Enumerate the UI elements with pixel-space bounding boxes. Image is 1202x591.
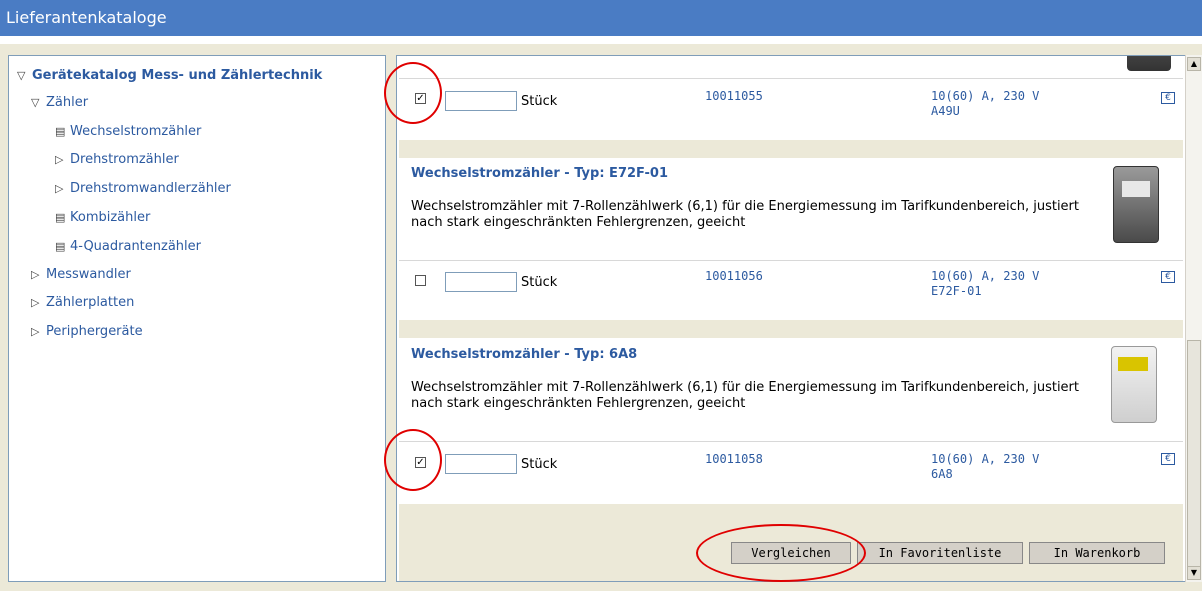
- divider: [399, 441, 1183, 442]
- window-title: Lieferantenkataloge: [6, 8, 167, 27]
- meter-display: [1122, 181, 1150, 197]
- scroll-thumb[interactable]: [1187, 340, 1201, 580]
- tree-item-drehstromzaehler[interactable]: ▷ Drehstromzähler: [55, 151, 179, 169]
- tree-node-peripheriegeraete[interactable]: ▷ Peripher­geräte: [31, 323, 143, 341]
- vertical-scrollbar[interactable]: ▲ ▼: [1185, 55, 1202, 582]
- title-bar: Lieferantenkataloge: [0, 0, 1202, 36]
- spec-rating[interactable]: 10(60) A, 230 V: [931, 89, 1039, 104]
- product-description: Wechselstromzähler mit 7-Rollenzählwerk …: [411, 199, 1080, 230]
- highlight-circle: [384, 429, 442, 491]
- collapsed-triangle-icon: ▷: [31, 325, 40, 338]
- spec-type[interactable]: A49U: [931, 104, 960, 119]
- highlight-circle: [384, 62, 442, 124]
- tree-item-kombizaehler[interactable]: ▤ Kombizähler: [55, 209, 150, 227]
- unit-label: Stück: [521, 275, 558, 290]
- divider: [399, 78, 1183, 79]
- quantity-input[interactable]: [445, 272, 517, 292]
- divider: [399, 260, 1183, 261]
- product-image: [1113, 166, 1159, 243]
- header-strip: [0, 36, 1202, 44]
- spec-rating[interactable]: 10(60) A, 230 V: [931, 452, 1039, 467]
- highlight-circle: [696, 524, 866, 582]
- add-to-cart-button[interactable]: In Warenkorb: [1029, 542, 1165, 564]
- expanded-triangle-icon: ▽: [31, 96, 40, 109]
- add-to-favorites-button[interactable]: In Favoritenliste: [857, 542, 1023, 564]
- tree-node-label: Peripher­geräte: [46, 324, 143, 339]
- collapsed-triangle-icon: ▷: [55, 153, 64, 166]
- catalog-tree: ▽ Gerätekatalog Mess- und Zählertechnik ▽…: [8, 55, 386, 582]
- tree-node-label: Zähler: [46, 95, 89, 110]
- meter-label: [1118, 357, 1148, 371]
- tree-root-label: Gerätekatalog Mess- und Zählertechnik: [32, 68, 323, 83]
- scroll-down-icon[interactable]: ▼: [1187, 566, 1201, 580]
- quantity-input[interactable]: [445, 454, 517, 474]
- product-title[interactable]: Wechselstromzähler - Typ: E72F-01: [411, 166, 668, 181]
- collapsed-triangle-icon: ▷: [31, 296, 40, 309]
- tree-root[interactable]: ▽ Gerätekatalog Mess- und Zählertechnik: [17, 67, 322, 85]
- expanded-triangle-icon: ▽: [17, 69, 26, 82]
- scroll-up-icon[interactable]: ▲: [1187, 57, 1201, 71]
- spec-type[interactable]: E72F-01: [931, 284, 982, 299]
- unit-label: Stück: [521, 94, 558, 109]
- collapsed-triangle-icon: ▷: [31, 268, 40, 281]
- tree-item-label: 4-Quadrantenzähler: [70, 239, 201, 254]
- tree-item-4-quadrantenzaehler[interactable]: ▤ 4-Quadrantenzähler: [55, 238, 201, 256]
- product-separator: [399, 320, 1183, 338]
- document-icon: ▤: [55, 240, 66, 253]
- unit-label: Stück: [521, 457, 558, 472]
- document-icon: ▤: [55, 125, 66, 138]
- tree-node-label: Zählerplatten: [46, 295, 135, 310]
- product-list: ✓ Stück 10011055 10(60) A, 230 V A49U € …: [396, 55, 1186, 582]
- euro-price-icon[interactable]: €: [1161, 453, 1175, 465]
- product-separator: [399, 140, 1183, 158]
- product-checkbox[interactable]: [415, 275, 426, 286]
- euro-price-icon[interactable]: €: [1161, 92, 1175, 104]
- tree-node-messwandler[interactable]: ▷ Messwandler: [31, 266, 131, 284]
- tree-node-zaehlerplatten[interactable]: ▷ Zählerplatten: [31, 294, 134, 312]
- tree-item-wechselstromzaehler[interactable]: ▤ Wechselstromzähler: [55, 123, 201, 141]
- product-image: [1127, 56, 1171, 71]
- tree-item-label: Drehstromwandlerzähler: [70, 181, 231, 196]
- tree-item-label: Wechselstromzähler: [70, 124, 202, 139]
- product-image: [1111, 346, 1157, 423]
- tree-node-zaehler[interactable]: ▽ Zähler: [31, 94, 88, 112]
- spec-rating[interactable]: 10(60) A, 230 V: [931, 269, 1039, 284]
- tree-item-label: Kombizähler: [70, 210, 151, 225]
- tree-node-label: Messwandler: [46, 267, 131, 282]
- quantity-input[interactable]: [445, 91, 517, 111]
- tree-item-label: Drehstromzähler: [70, 152, 179, 167]
- tree-item-drehstromwandlerzaehler[interactable]: ▷ Drehstromwandlerzähler: [55, 180, 231, 198]
- product-title[interactable]: Wechselstromzähler - Typ: 6A8: [411, 347, 637, 362]
- euro-price-icon[interactable]: €: [1161, 271, 1175, 283]
- collapsed-triangle-icon: ▷: [55, 182, 64, 195]
- document-icon: ▤: [55, 211, 66, 224]
- article-number[interactable]: 10011056: [705, 269, 763, 284]
- spec-type[interactable]: 6A8: [931, 467, 953, 482]
- article-number[interactable]: 10011055: [705, 89, 763, 104]
- product-description: Wechselstromzähler mit 7-Rollenzählwerk …: [411, 380, 1080, 411]
- article-number[interactable]: 10011058: [705, 452, 763, 467]
